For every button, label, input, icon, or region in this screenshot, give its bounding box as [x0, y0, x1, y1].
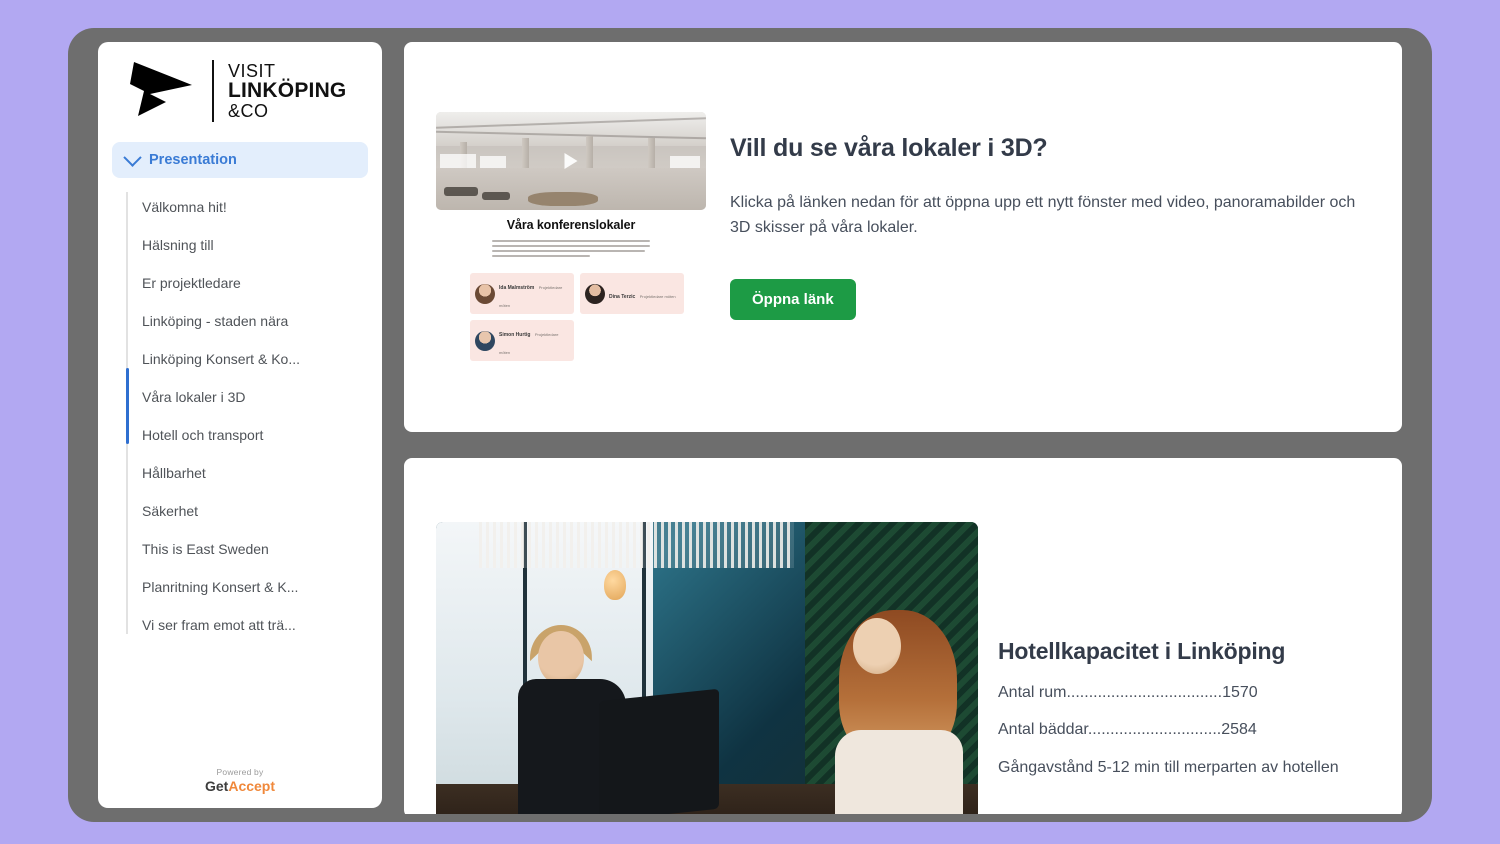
logo-line-co: &CO	[228, 100, 269, 121]
sidebar-item-linkoping-staden-nara[interactable]: Linköping - staden nära	[126, 302, 382, 340]
sidebar-item-vi-ser-fram-emot[interactable]: Vi ser fram emot att trä...	[126, 606, 382, 644]
sidebar-item-label: Våra lokaler i 3D	[142, 389, 246, 405]
nav-section-label: Presentation	[149, 152, 237, 168]
contact-name: Dina Terzic	[609, 293, 636, 300]
hotel-stat-label: Antal bäddar	[998, 721, 1088, 738]
sidebar-item-label: Linköping Konsert & Ko...	[142, 351, 300, 367]
main-content: Våra konferenslokaler Ida Malmström Proj…	[404, 42, 1402, 814]
sofa-shape	[482, 192, 510, 200]
play-triangle-icon[interactable]	[564, 153, 578, 169]
sidebar-item-sakerhet[interactable]: Säkerhet	[126, 492, 382, 530]
head-shape	[537, 630, 584, 685]
logo-wordmark: VISIT LINKÖPING &CO	[228, 62, 346, 120]
pendant-lamp-shape	[604, 570, 627, 600]
getaccept-accept: Accept	[228, 777, 276, 794]
nav-list: Välkomna hit! Hälsning till Er projektle…	[98, 188, 382, 752]
hotel-walking-distance-note: Gångavstånd 5-12 min till merparten av h…	[998, 759, 1339, 776]
hotel-text-block: Hotellkapacitet i Linköping Antal rum...…	[998, 638, 1378, 777]
logo-line-visit: VISIT	[228, 60, 276, 81]
hotel-reception-photo	[436, 522, 978, 814]
powered-by-label: Powered by	[216, 766, 264, 777]
video-preview[interactable]	[436, 112, 706, 210]
sofa-shape	[444, 187, 478, 196]
thumbnail-contact-list: Ida Malmström Projektledare möten Dina T…	[436, 273, 706, 361]
contact-card: Ida Malmström Projektledare möten	[470, 273, 574, 314]
sidebar-item-label: Välkomna hit!	[142, 199, 227, 215]
avatar	[475, 330, 495, 351]
sidebar-item-label: Er projektledare	[142, 275, 241, 291]
sidebar-item-vara-lokaler-i-3d[interactable]: Våra lokaler i 3D	[126, 378, 382, 416]
sidebar-item-label: Linköping - staden nära	[142, 313, 289, 329]
hotel-stat-value: 2584	[1221, 721, 1257, 738]
contact-role: Projektledare möten	[639, 293, 676, 299]
hotel-stat-label: Antal rum	[998, 684, 1067, 701]
brand-logo: VISIT LINKÖPING &CO	[98, 42, 382, 134]
open-link-button[interactable]: Öppna länk	[730, 278, 856, 320]
chandelier-shape	[479, 522, 794, 568]
sidebar-item-linkoping-konsert[interactable]: Linköping Konsert & Ko...	[126, 340, 382, 378]
avatar	[475, 283, 495, 304]
document-thumbnail[interactable]: Våra konferenslokaler Ida Malmström Proj…	[436, 112, 706, 361]
body-shape	[835, 730, 964, 814]
getaccept-get: Get	[204, 777, 229, 794]
contact-card: Dina Terzic Projektledare möten	[580, 273, 684, 314]
sidebar-item-label: Hälsning till	[142, 237, 214, 253]
arrow-logo-icon	[130, 58, 198, 125]
sidebar-item-valkomna-hit[interactable]: Välkomna hit!	[126, 188, 382, 226]
card-3d-text-block: Vill du se våra lokaler i 3D? Klicka på …	[730, 134, 1370, 320]
thumbnail-body-placeholder	[492, 240, 650, 257]
sidebar-item-hotell-och-transport[interactable]: Hotell och transport	[126, 416, 382, 454]
sidebar-item-er-projektledare[interactable]: Er projektledare	[126, 264, 382, 302]
sidebar-item-this-is-east-sweden[interactable]: This is East Sweden	[126, 530, 382, 568]
card-3d-tour: Våra konferenslokaler Ida Malmström Proj…	[404, 42, 1402, 432]
hotel-stat-dots: ...................................	[1066, 684, 1223, 701]
person-guest-shape	[817, 610, 967, 814]
hotel-stat-rooms: Antal rum...............................…	[998, 684, 1378, 702]
ceiling-shape	[436, 112, 706, 146]
contact-card: Simon Hurtig Projektledare möten	[470, 320, 574, 361]
hotel-heading: Hotellkapacitet i Linköping	[998, 638, 1286, 664]
sofa-shape	[528, 192, 598, 206]
card-hotel-capacity: Hotellkapacitet i Linköping Antal rum...…	[404, 458, 1402, 814]
hotel-stat-value: 1570	[1222, 684, 1258, 701]
sidebar-item-label: Säkerhet	[142, 503, 199, 519]
logo-divider	[212, 60, 214, 122]
sidebar-item-label: Planritning Konsert & K...	[142, 579, 299, 595]
sidebar: VISIT LINKÖPING &CO Presentation Välkomn…	[98, 42, 382, 808]
nav-section-presentation[interactable]: Presentation	[112, 142, 368, 178]
card-3d-paragraph: Klicka på länken nedan för att öppna upp…	[730, 194, 1356, 236]
nav-rail-active-indicator	[126, 368, 129, 444]
hotel-stat-beds: Antal bäddar............................…	[998, 721, 1378, 739]
contact-name: Ida Malmström	[499, 284, 535, 291]
sidebar-item-hallbarhet[interactable]: Hållbarhet	[126, 454, 382, 492]
chevron-down-icon	[123, 147, 142, 167]
thumbnail-title: Våra konferenslokaler	[506, 218, 636, 232]
contact-name: Simon Hurtig	[499, 331, 531, 338]
page-title: Vill du se våra lokaler i 3D?	[730, 134, 1048, 162]
head-shape	[853, 618, 902, 674]
sidebar-item-label: Vi ser fram emot att trä...	[142, 617, 296, 633]
avatar	[585, 283, 605, 304]
sidebar-item-label: Hotell och transport	[142, 427, 264, 443]
sidebar-item-label: This is East Sweden	[142, 541, 269, 557]
getaccept-logo: GetAccept	[205, 778, 275, 794]
monitor-shape	[598, 688, 719, 814]
sidebar-footer: Powered by GetAccept	[98, 752, 382, 808]
sidebar-item-planritning-konsert[interactable]: Planritning Konsert & K...	[126, 568, 382, 606]
logo-line-city: LINKÖPING	[228, 79, 347, 103]
sidebar-item-halsning-till[interactable]: Hälsning till	[126, 226, 382, 264]
sidebar-item-label: Hållbarhet	[142, 465, 206, 481]
hotel-stat-dots: ..............................	[1087, 721, 1222, 738]
